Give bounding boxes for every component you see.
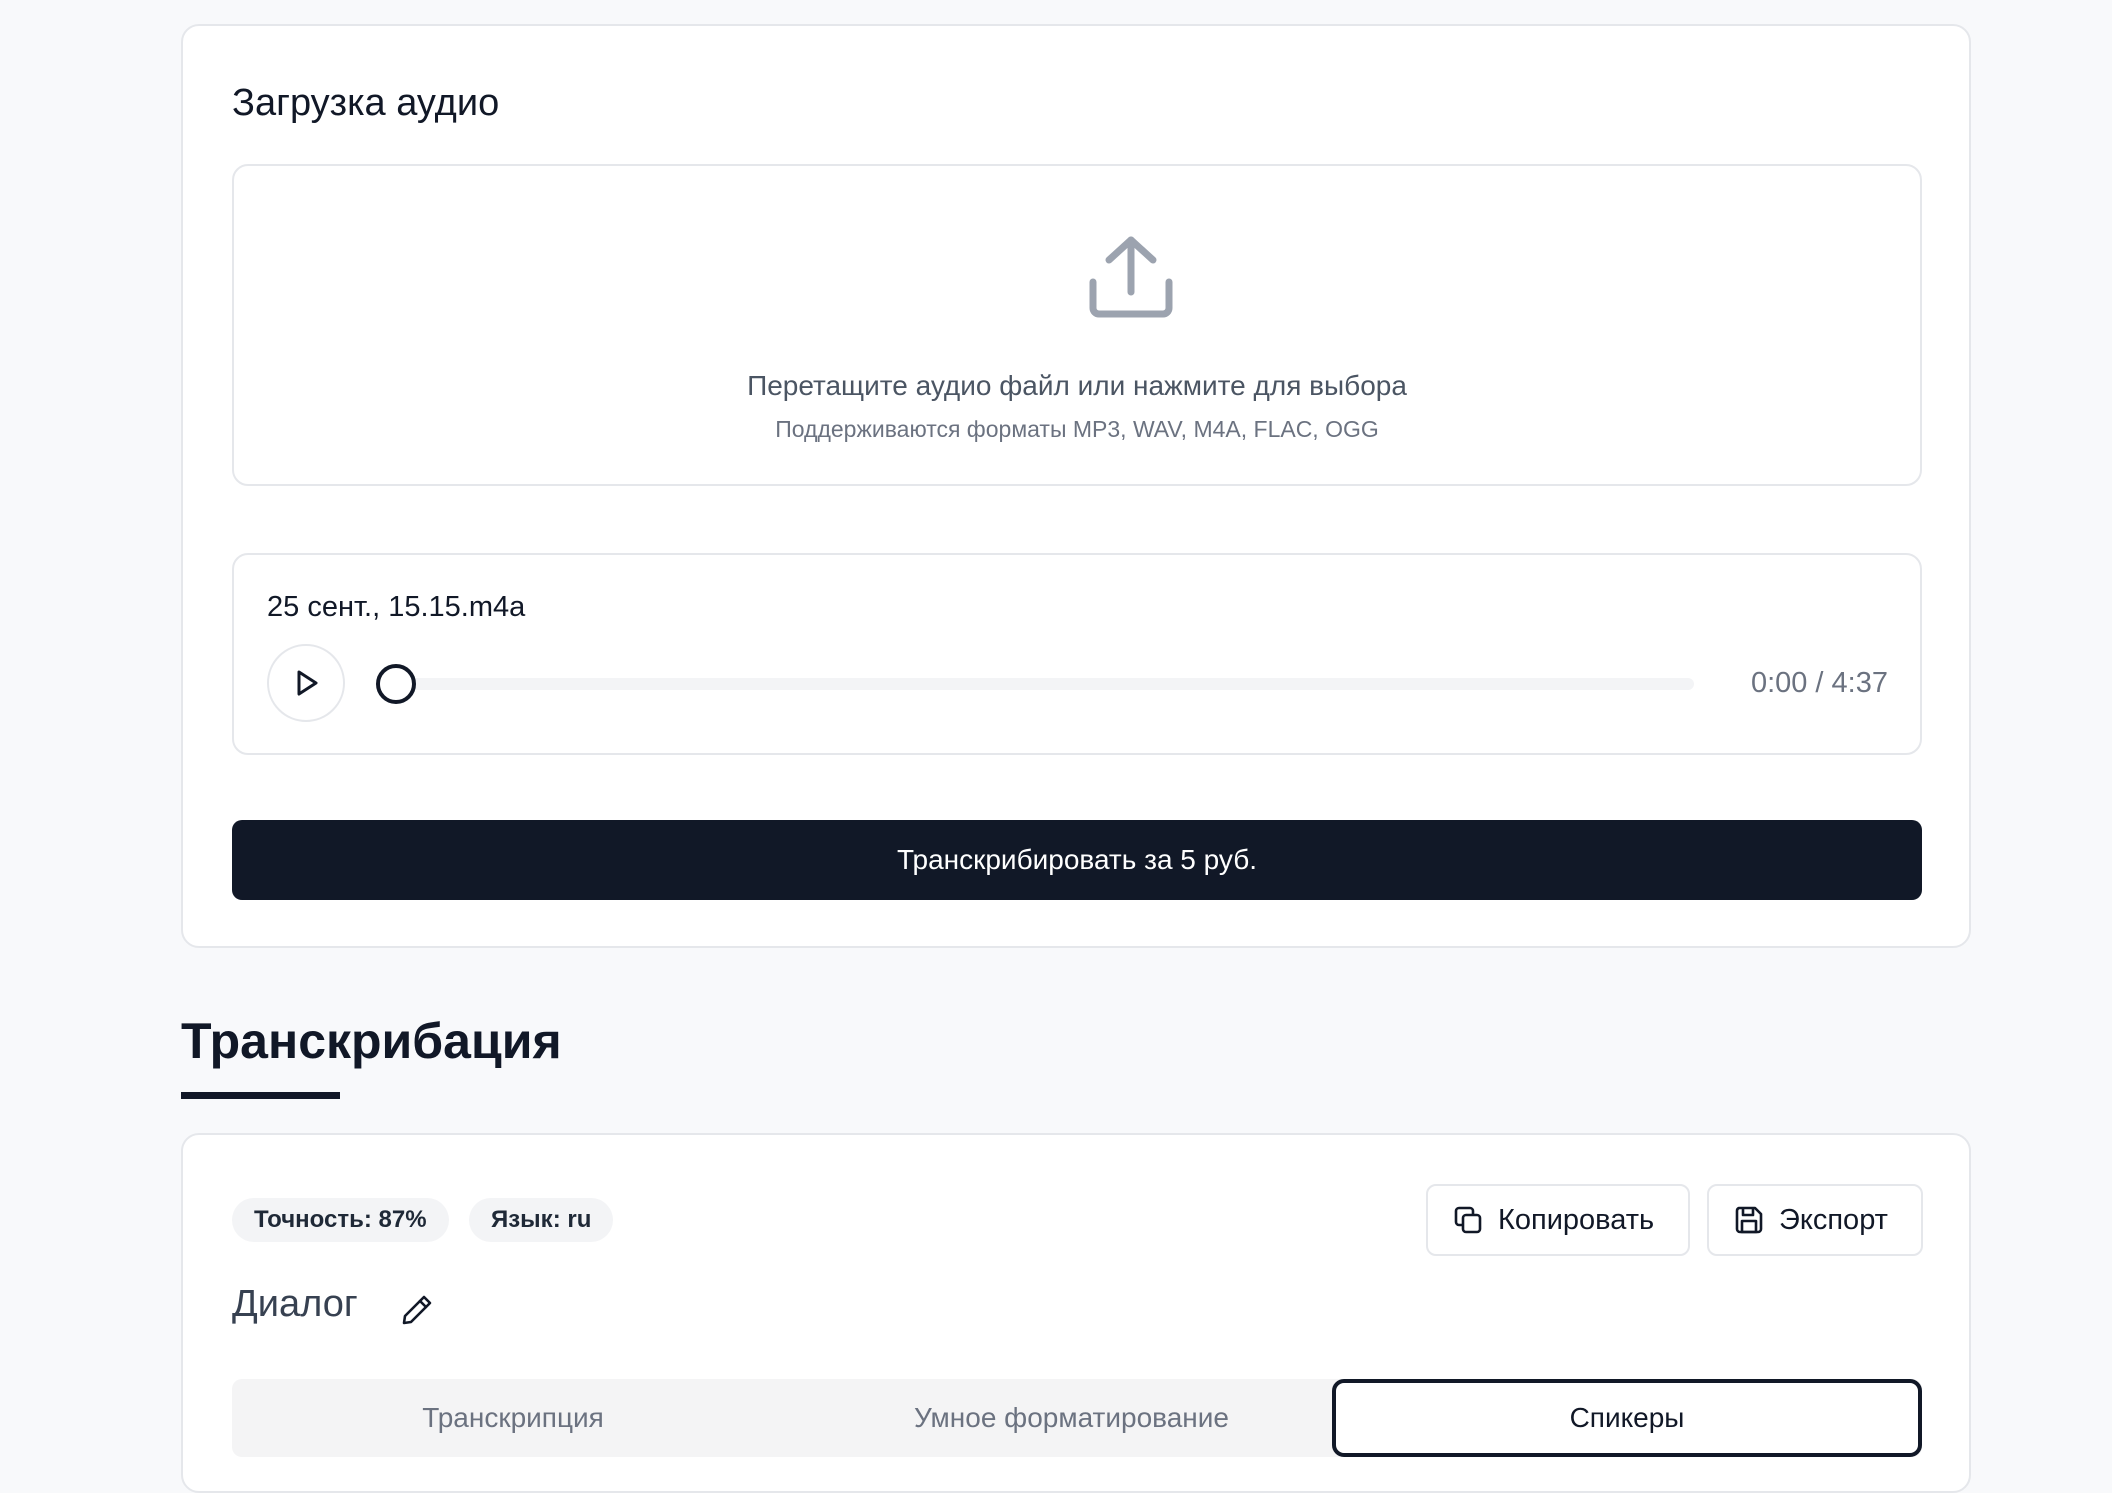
accuracy-badge: Точность: 87% — [232, 1198, 449, 1242]
dropzone-formats: Поддерживаются форматы MP3, WAV, M4A, FL… — [775, 416, 1379, 442]
copy-icon — [1454, 1206, 1482, 1234]
audio-dropzone[interactable]: Перетащите аудио файл или нажмите для вы… — [232, 164, 1922, 486]
play-button[interactable] — [267, 644, 345, 722]
document-title: Диалог — [232, 1283, 358, 1325]
upload-title: Загрузка аудио — [232, 82, 500, 124]
audio-player: 25 сент., 15.15.m4a 0:00 / 4:37 — [232, 553, 1922, 755]
export-label: Экспорт — [1779, 1203, 1888, 1236]
transcribe-button[interactable]: Транскрибировать за 5 руб. — [232, 820, 1922, 900]
section-underline — [181, 1092, 340, 1099]
upload-icon — [1089, 236, 1173, 318]
pencil-icon — [402, 1295, 432, 1325]
play-icon — [297, 670, 318, 696]
result-tabs: Транскрипция Умное форматирование Спикер… — [232, 1379, 1922, 1457]
section-title: Транскрибация — [181, 1013, 562, 1069]
edit-title-button[interactable] — [397, 1290, 437, 1330]
tab-transcription[interactable]: Транскрипция — [232, 1379, 794, 1457]
audio-file-name: 25 сент., 15.15.m4a — [267, 591, 526, 623]
dropzone-instruction: Перетащите аудио файл или нажмите для вы… — [747, 370, 1407, 401]
save-icon — [1735, 1206, 1763, 1234]
export-button[interactable]: Экспорт — [1707, 1184, 1923, 1256]
copy-button[interactable]: Копировать — [1426, 1184, 1690, 1256]
tab-speakers[interactable]: Спикеры — [1332, 1379, 1922, 1457]
transcription-card: Точность: 87% Язык: ru Копировать Экспор… — [181, 1133, 1971, 1493]
audio-seek-thumb[interactable] — [376, 664, 416, 704]
audio-time: 0:00 / 4:37 — [1750, 667, 1888, 699]
upload-card: Загрузка аудио Перетащите аудио файл или… — [181, 24, 1971, 948]
copy-label: Копировать — [1498, 1203, 1655, 1236]
audio-seek-track[interactable] — [394, 678, 1694, 690]
tab-smart-formatting[interactable]: Умное форматирование — [794, 1379, 1349, 1457]
language-badge: Язык: ru — [469, 1198, 614, 1242]
